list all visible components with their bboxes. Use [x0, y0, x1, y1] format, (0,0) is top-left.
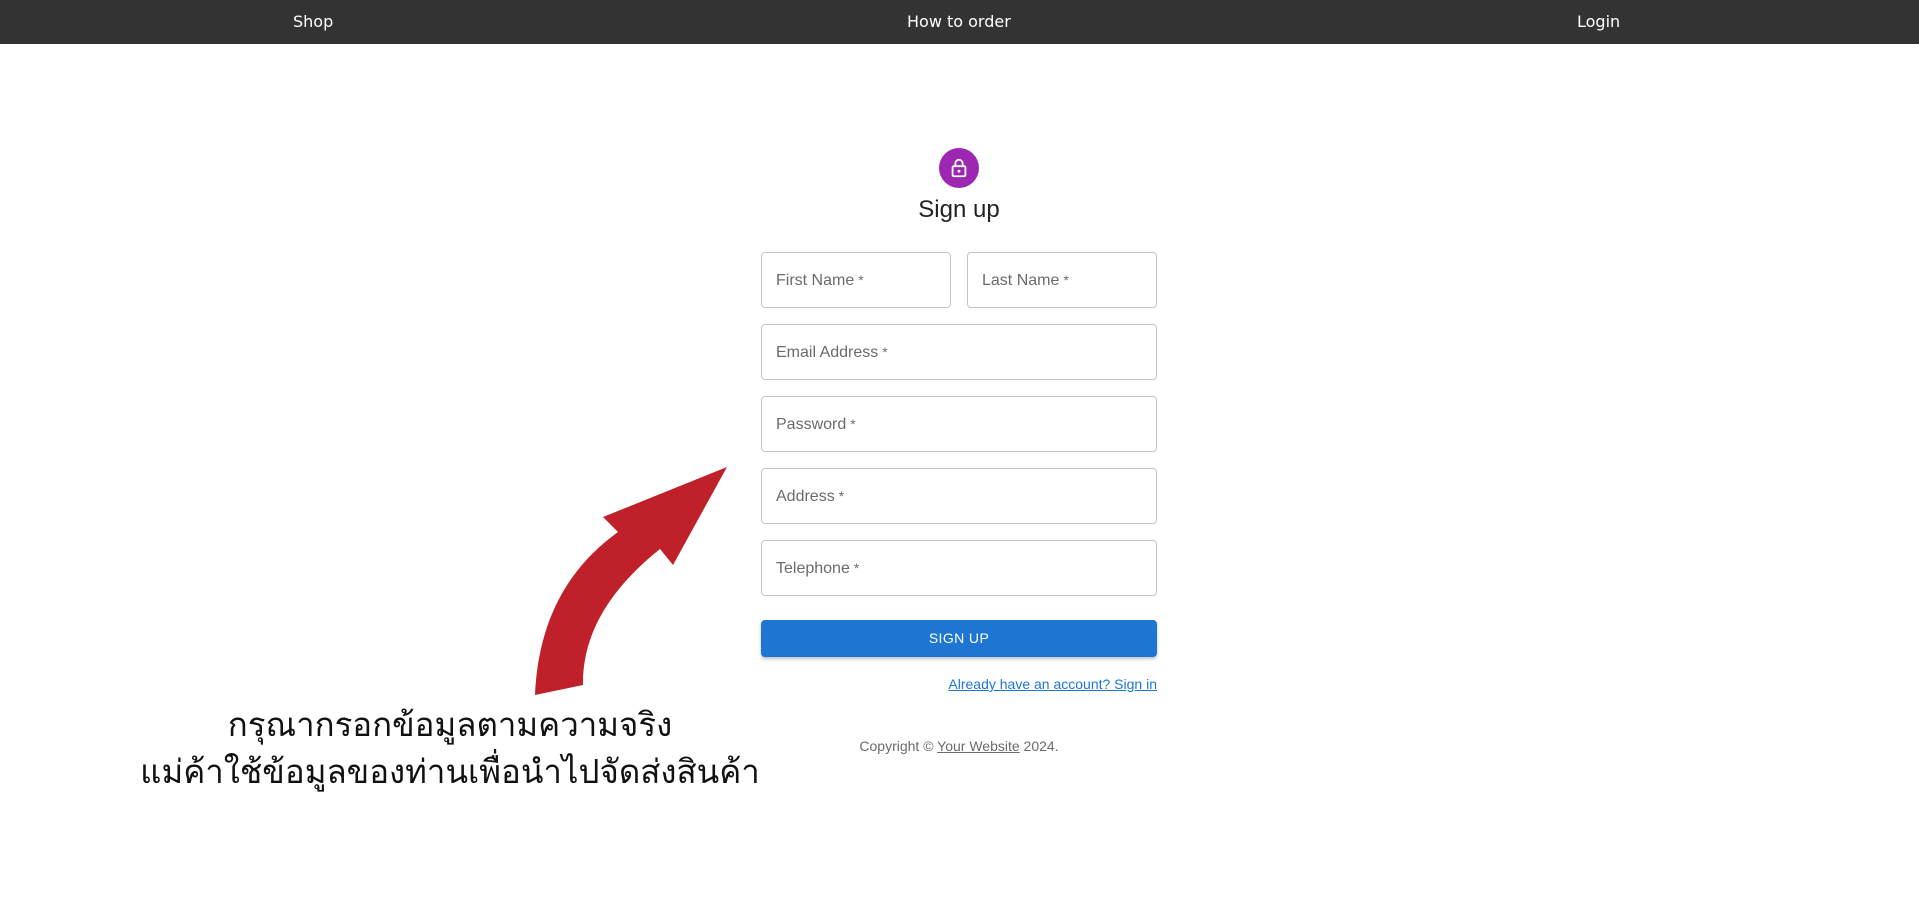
- last-name-label: Last Name *: [982, 272, 1069, 289]
- annotation-line-2: แม่ค้าใช้ข้อมูลของท่านเพื่อนำไปจัดส่งสิน…: [140, 752, 760, 791]
- annotation-line-1: กรุณากรอกข้อมูลตามความจริง: [227, 705, 673, 744]
- arrow-shape: [535, 467, 727, 695]
- lock-avatar: [939, 148, 979, 188]
- address-label: Address *: [776, 488, 845, 505]
- nav-how-to-order-link[interactable]: How to order: [907, 0, 1011, 44]
- copyright-suffix: 2024.: [1019, 738, 1059, 754]
- telephone-field[interactable]: Telephone *: [761, 540, 1157, 596]
- first-name-label: First Name *: [776, 272, 864, 289]
- page: Shop How to order Login Sign up First Na…: [0, 0, 1919, 908]
- last-name-field[interactable]: Last Name *: [967, 252, 1157, 308]
- telephone-label: Telephone *: [776, 560, 860, 577]
- page-title: Sign up: [918, 196, 1000, 223]
- address-field[interactable]: Address *: [761, 468, 1157, 524]
- password-field[interactable]: Password *: [761, 396, 1157, 452]
- your-website-link[interactable]: Your Website: [937, 738, 1020, 754]
- password-label: Password *: [776, 416, 856, 433]
- red-arrow-annotation: [535, 467, 727, 695]
- lock-icon: [951, 158, 967, 178]
- email-field[interactable]: Email Address *: [761, 324, 1157, 380]
- nav-shop-link[interactable]: Shop: [293, 0, 333, 44]
- first-name-field[interactable]: First Name *: [761, 252, 951, 308]
- email-label: Email Address *: [776, 344, 888, 361]
- sign-in-link[interactable]: Already have an account? Sign in: [857, 676, 1157, 692]
- nav-login-link[interactable]: Login: [1577, 0, 1620, 44]
- top-navbar: Shop How to order Login: [0, 0, 1919, 44]
- sign-up-button[interactable]: SIGN UP: [761, 620, 1157, 657]
- copyright-prefix: Copyright ©: [859, 738, 938, 754]
